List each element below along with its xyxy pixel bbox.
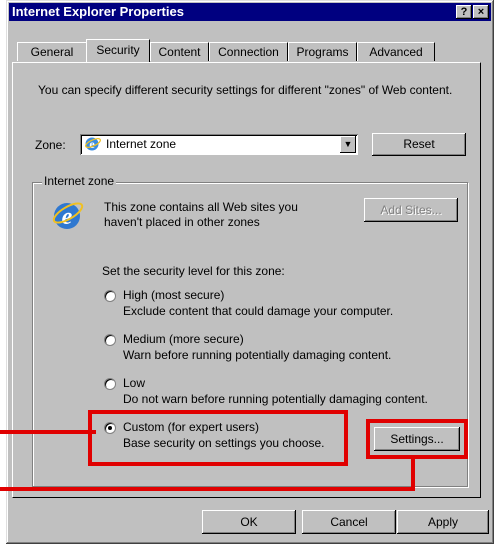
radio-low[interactable] <box>104 378 116 390</box>
high-desc: Exclude content that could damage your c… <box>123 304 394 318</box>
tab-connection[interactable]: Connection <box>209 42 288 61</box>
zone-dropdown[interactable]: e Internet zone ▼ <box>80 134 358 155</box>
ie-logo-icon: e <box>52 202 84 230</box>
low-title[interactable]: Low <box>123 376 145 390</box>
high-title[interactable]: High (most secure) <box>123 288 224 302</box>
tab-security[interactable]: Security <box>86 39 150 62</box>
window-title: Internet Explorer Properties <box>12 4 184 19</box>
zone-label: Zone: <box>35 138 66 152</box>
tab-security-label: Security <box>96 43 140 57</box>
low-desc: Do not warn before running potentially d… <box>123 392 428 406</box>
tab-advanced[interactable]: Advanced <box>357 42 435 61</box>
medium-desc: Warn before running potentially damaging… <box>123 348 392 362</box>
intro-text: You can specify different security setti… <box>38 83 453 97</box>
title-bar: Internet Explorer Properties ? × <box>9 3 491 21</box>
reset-label: Reset <box>403 137 435 151</box>
annotation-line-vertical <box>411 455 415 491</box>
groupbox-title: Internet zone <box>42 174 117 188</box>
annotation-line-lower <box>0 487 415 491</box>
medium-title[interactable]: Medium (more secure) <box>123 332 244 346</box>
tab-general-label: General <box>30 45 74 59</box>
tab-content[interactable]: Content <box>150 42 209 61</box>
tab-programs-label: Programs <box>296 45 349 59</box>
ie-globe-icon: e <box>85 137 101 151</box>
annotation-line-upper <box>0 430 96 434</box>
close-button[interactable]: × <box>473 5 489 19</box>
tab-programs[interactable]: Programs <box>288 42 357 61</box>
add-sites-label: Add Sites... <box>380 203 442 217</box>
tab-general[interactable]: General <box>17 42 87 61</box>
add-sites-button[interactable]: Add Sites... <box>364 198 458 222</box>
ok-button[interactable]: OK <box>202 510 296 534</box>
chevron-down-icon[interactable]: ▼ <box>340 136 356 153</box>
zone-description: This zone contains all Web sites you hav… <box>104 200 298 229</box>
help-button[interactable]: ? <box>456 5 472 19</box>
tab-connection-label: Connection <box>218 45 279 59</box>
tab-content-label: Content <box>158 45 201 59</box>
zone-value: Internet zone <box>106 137 177 151</box>
radio-high[interactable] <box>104 290 116 302</box>
level-prompt: Set the security level for this zone: <box>102 264 285 278</box>
reset-button[interactable]: Reset <box>372 133 466 156</box>
cancel-button[interactable]: Cancel <box>302 510 396 534</box>
settings-highlight-box <box>366 419 468 459</box>
custom-highlight-box <box>88 410 348 466</box>
ok-label: OK <box>240 515 258 529</box>
apply-button[interactable]: Apply <box>397 510 489 534</box>
tab-advanced-label: Advanced <box>369 45 423 59</box>
radio-medium[interactable] <box>104 334 116 346</box>
cancel-label: Cancel <box>330 515 368 529</box>
apply-label: Apply <box>427 515 459 529</box>
